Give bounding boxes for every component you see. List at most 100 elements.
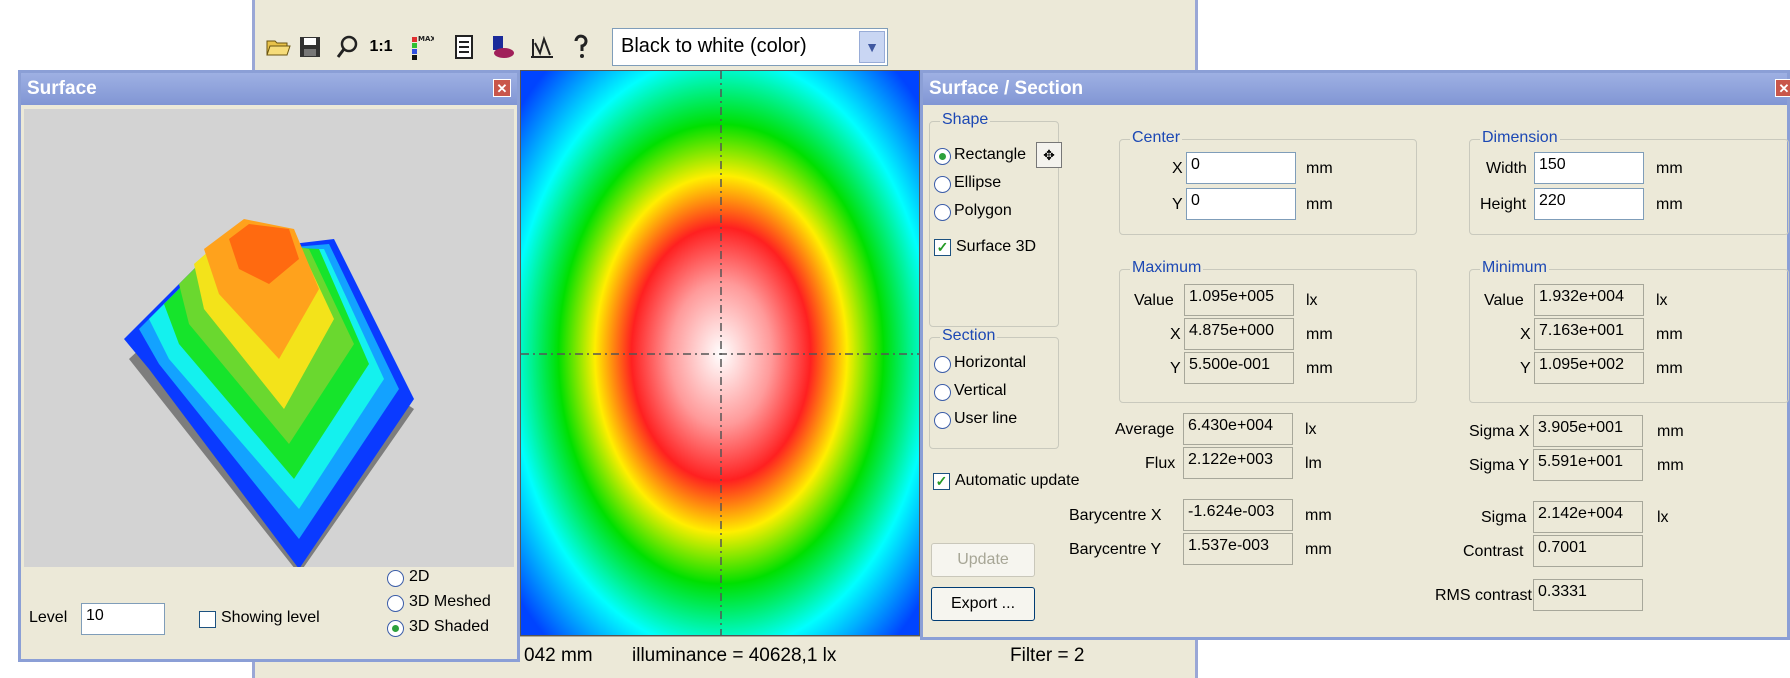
surface-3d-checkbox[interactable]: ✓ xyxy=(934,239,951,256)
level-input[interactable]: 10 xyxy=(81,603,165,635)
average-unit: lx xyxy=(1305,421,1317,438)
chevron-down-icon[interactable]: ▼ xyxy=(859,31,885,63)
showing-level-checkbox[interactable] xyxy=(199,611,216,628)
min-value-label: Value xyxy=(1484,292,1524,309)
layer-icon[interactable] xyxy=(487,30,517,64)
barycentre-y-label: Barycentre Y xyxy=(1069,541,1162,558)
section-vertical-radio[interactable] xyxy=(934,384,951,401)
section-group: Section Horizontal Vertical User line xyxy=(929,327,1059,449)
shape-group-title: Shape xyxy=(940,111,991,129)
max-y-label: Y xyxy=(1170,360,1181,377)
close-icon[interactable]: ✕ xyxy=(493,79,511,97)
automatic-update-checkbox[interactable]: ✓ xyxy=(933,473,950,490)
section-title-bar: Surface / Section ✕ xyxy=(923,73,1790,105)
center-x-input[interactable]: 0 xyxy=(1186,152,1296,184)
shape-rectangle-radio[interactable] xyxy=(934,148,951,165)
barycentre-x-label: Barycentre X xyxy=(1069,507,1162,524)
dimension-group: Dimension Width 150 mm Height 220 mm xyxy=(1469,129,1789,235)
status-filter: Filter = 2 xyxy=(1010,645,1085,666)
shape-group: Shape Rectangle ✥ Ellipse Polygon ✓ Surf… xyxy=(929,111,1062,327)
section-horizontal-radio[interactable] xyxy=(934,356,951,373)
barycentre-y-field: 1.537e-003 xyxy=(1183,533,1293,565)
color-scale-icon[interactable]: MAX xyxy=(407,30,437,64)
sigma-x-unit: mm xyxy=(1657,423,1684,440)
minimum-group-title: Minimum xyxy=(1480,259,1549,277)
min-value-field: 1.932e+004 xyxy=(1534,284,1644,316)
mode-3d-shaded-label: 3D Shaded xyxy=(409,618,490,635)
rms-contrast-label: RMS contrast xyxy=(1435,587,1532,604)
max-y-field: 5.500e-001 xyxy=(1184,352,1294,384)
shape-ellipse-radio[interactable] xyxy=(934,176,951,193)
max-value-field: 1.095e+005 xyxy=(1184,284,1294,316)
mode-3d-shaded-radio[interactable] xyxy=(387,620,404,637)
section-user-line-radio[interactable] xyxy=(934,412,951,429)
illuminance-map[interactable] xyxy=(520,70,920,636)
average-label: Average xyxy=(1115,421,1175,438)
mode-2d-radio[interactable] xyxy=(387,570,404,587)
mode-2d-label: 2D xyxy=(409,568,430,585)
open-folder-icon[interactable] xyxy=(263,30,293,64)
center-group-title: Center xyxy=(1130,129,1183,147)
barycentre-x-unit: mm xyxy=(1305,507,1332,524)
contrast-field: 0.7001 xyxy=(1533,535,1643,567)
graph-icon[interactable] xyxy=(527,30,557,64)
min-y-label: Y xyxy=(1520,360,1531,377)
automatic-update-label: Automatic update xyxy=(955,472,1080,489)
section-group-title: Section xyxy=(940,327,998,345)
flux-field: 2.122e+003 xyxy=(1183,447,1293,479)
showing-level-label: Showing level xyxy=(221,609,320,626)
section-title: Surface / Section xyxy=(929,78,1084,99)
sigma-x-label: Sigma X xyxy=(1469,423,1530,440)
palette-dropdown[interactable]: Black to white (color) ▼ xyxy=(612,28,888,66)
shape-polygon-radio[interactable] xyxy=(934,204,951,221)
surface-3d-view[interactable] xyxy=(24,109,514,574)
center-x-unit: mm xyxy=(1306,160,1333,177)
center-y-input[interactable]: 0 xyxy=(1186,188,1296,220)
max-y-unit: mm xyxy=(1306,360,1333,377)
sigma-field: 2.142e+004 xyxy=(1533,501,1643,533)
flux-unit: lm xyxy=(1305,455,1322,472)
sigma-y-label: Sigma Y xyxy=(1469,457,1530,474)
height-unit: mm xyxy=(1656,196,1683,213)
one-to-one-icon[interactable]: 1:1 xyxy=(365,30,397,64)
sigma-label: Sigma xyxy=(1481,509,1527,526)
update-button[interactable]: Update xyxy=(931,543,1035,577)
contrast-label: Contrast xyxy=(1463,543,1524,560)
status-position: 042 mm xyxy=(524,645,593,666)
report-icon[interactable] xyxy=(451,30,477,64)
barycentre-y-unit: mm xyxy=(1305,541,1332,558)
width-input[interactable]: 150 xyxy=(1534,152,1644,184)
sigma-x-field: 3.905e+001 xyxy=(1533,415,1643,447)
dimension-group-title: Dimension xyxy=(1480,129,1560,147)
zoom-icon[interactable] xyxy=(333,30,363,64)
save-icon[interactable] xyxy=(295,30,325,64)
shape-ellipse-label: Ellipse xyxy=(954,174,1002,191)
shape-polygon-label: Polygon xyxy=(954,202,1012,219)
center-group: Center X 0 mm Y 0 mm xyxy=(1119,129,1417,235)
help-icon[interactable] xyxy=(569,30,593,64)
status-illuminance: illuminance = 40628,1 lx xyxy=(632,645,837,666)
max-x-unit: mm xyxy=(1306,326,1333,343)
export-button[interactable]: Export ... xyxy=(931,587,1035,621)
min-y-field: 1.095e+002 xyxy=(1534,352,1644,384)
sigma-unit: lx xyxy=(1657,509,1669,526)
svg-text:MAX: MAX xyxy=(418,35,434,43)
section-user-line-label: User line xyxy=(954,410,1018,427)
section-vertical-label: Vertical xyxy=(954,382,1007,399)
min-x-label: X xyxy=(1520,326,1531,343)
rms-contrast-field: 0.3331 xyxy=(1533,579,1643,611)
expand-icon[interactable]: ✥ xyxy=(1036,142,1062,168)
min-y-unit: mm xyxy=(1656,360,1683,377)
close-icon[interactable]: ✕ xyxy=(1775,79,1790,97)
height-label: Height xyxy=(1480,196,1527,213)
surface-window: Surface ✕ Level 10 Showing level 2D 3D M… xyxy=(18,70,520,662)
mode-3d-meshed-radio[interactable] xyxy=(387,595,404,612)
sigma-y-unit: mm xyxy=(1657,457,1684,474)
section-window: Surface / Section ✕ Shape Rectangle ✥ El… xyxy=(920,70,1790,640)
height-input[interactable]: 220 xyxy=(1534,188,1644,220)
width-unit: mm xyxy=(1656,160,1683,177)
maximum-group: Maximum Value 1.095e+005 lx X 4.875e+000… xyxy=(1119,259,1417,403)
status-bar: 042 mm illuminance = 40628,1 lx Filter =… xyxy=(520,636,1190,673)
mode-3d-meshed-label: 3D Meshed xyxy=(409,593,491,610)
average-field: 6.430e+004 xyxy=(1183,413,1293,445)
